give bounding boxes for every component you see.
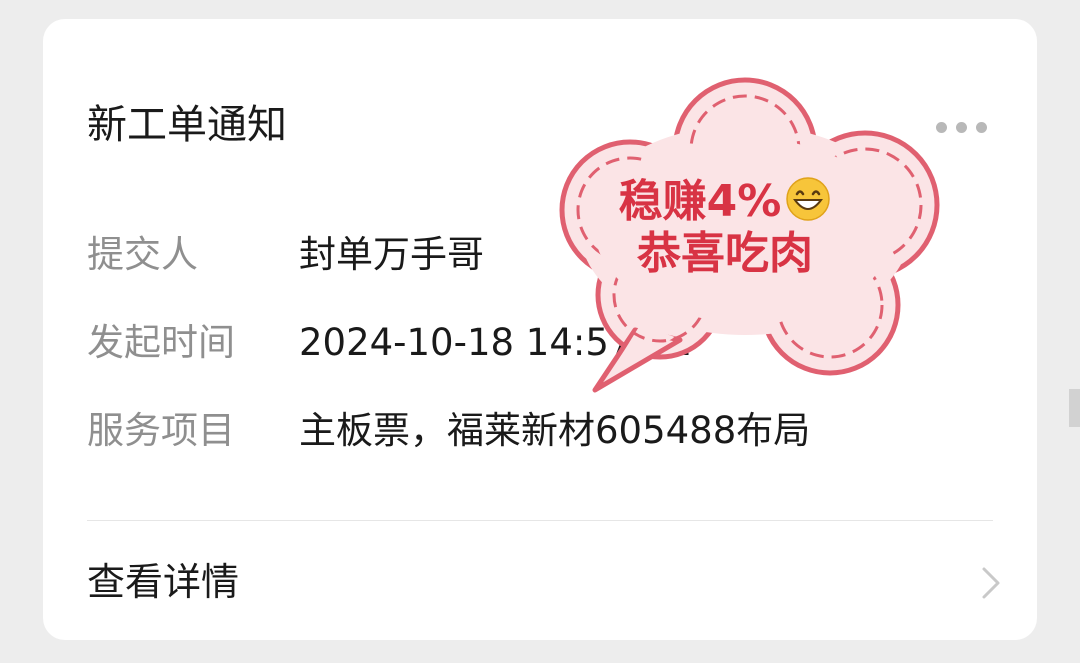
more-dot bbox=[956, 121, 967, 133]
field-value: 主板票，福莱新材605488布局 bbox=[299, 409, 811, 452]
field-label: 发起时间 bbox=[87, 321, 235, 364]
more-dot bbox=[976, 121, 987, 133]
view-details-link[interactable]: 查看详情 bbox=[87, 563, 239, 601]
field-value: 封单万手哥 bbox=[299, 233, 484, 276]
sticker-text: 稳赚4% 恭喜吃肉 bbox=[605, 176, 845, 280]
field-label: 提交人 bbox=[87, 233, 198, 276]
field-submitter: 提交人 封单万手哥 bbox=[87, 236, 484, 273]
divider bbox=[87, 520, 993, 521]
field-service-item: 服务项目 主板票，福莱新材605488布局 bbox=[87, 412, 810, 449]
sticker-line-1-text: 稳赚4% bbox=[618, 176, 782, 227]
grinning-face-icon bbox=[786, 177, 831, 221]
card-title: 新工单通知 bbox=[87, 102, 287, 148]
field-label: 服务项目 bbox=[87, 409, 235, 452]
sticker-line-2: 恭喜吃肉 bbox=[637, 228, 813, 279]
edge-scroll-handle[interactable] bbox=[1069, 389, 1080, 427]
sticker-line-1: 稳赚4% bbox=[605, 176, 845, 228]
chevron-right-icon[interactable] bbox=[976, 565, 1006, 601]
